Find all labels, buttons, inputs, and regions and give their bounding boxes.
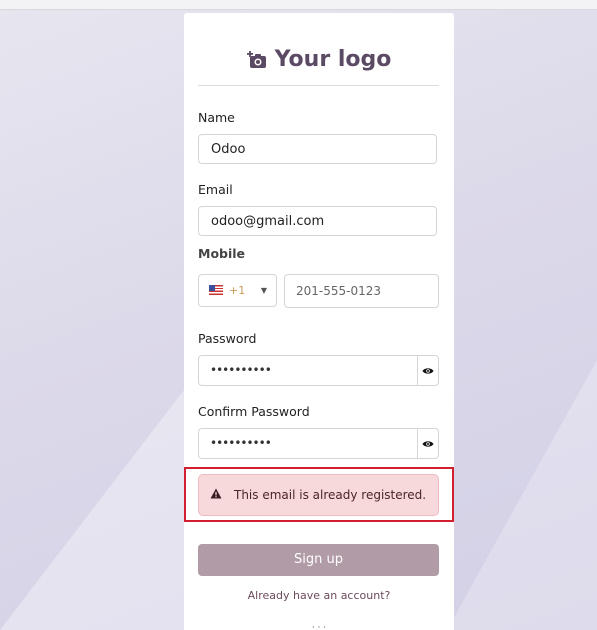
show-password-button[interactable] xyxy=(417,429,438,458)
eye-icon xyxy=(422,367,434,374)
chevron-down-icon: ▼ xyxy=(260,286,267,295)
name-field[interactable]: Odoo xyxy=(198,134,437,164)
mobile-label: Mobile xyxy=(198,246,246,261)
logo: Your logo xyxy=(184,47,454,72)
truncated-footer-text: · · · xyxy=(311,623,327,630)
signup-button[interactable]: Sign up xyxy=(198,544,439,576)
email-field[interactable]: odoo@gmail.com xyxy=(198,206,437,236)
confirm-password-value: •••••••••• xyxy=(210,436,272,450)
browser-top-bar xyxy=(0,0,597,10)
country-code: +1 xyxy=(229,284,246,297)
name-label: Name xyxy=(198,110,235,125)
logo-text: Your logo xyxy=(274,47,392,72)
camera-plus-icon xyxy=(246,51,266,68)
login-link[interactable]: Already have an account? xyxy=(184,589,454,602)
divider xyxy=(198,85,439,86)
show-password-button[interactable] xyxy=(417,356,438,385)
highlight-box xyxy=(184,467,454,522)
us-flag-icon xyxy=(209,285,223,295)
confirm-password-label: Confirm Password xyxy=(198,404,310,419)
password-field[interactable]: •••••••••• xyxy=(198,355,439,386)
password-value: •••••••••• xyxy=(210,363,272,377)
password-label: Password xyxy=(198,331,257,346)
confirm-password-field[interactable]: •••••••••• xyxy=(198,428,439,459)
mobile-field[interactable]: 201-555-0123 xyxy=(284,274,439,308)
email-label: Email xyxy=(198,182,233,197)
background-shape xyxy=(447,360,597,630)
signup-card: Your logo Name Odoo Email odoo@gmail.com… xyxy=(184,13,454,630)
country-code-select[interactable]: +1 ▼ xyxy=(198,274,277,307)
eye-icon xyxy=(422,440,434,447)
